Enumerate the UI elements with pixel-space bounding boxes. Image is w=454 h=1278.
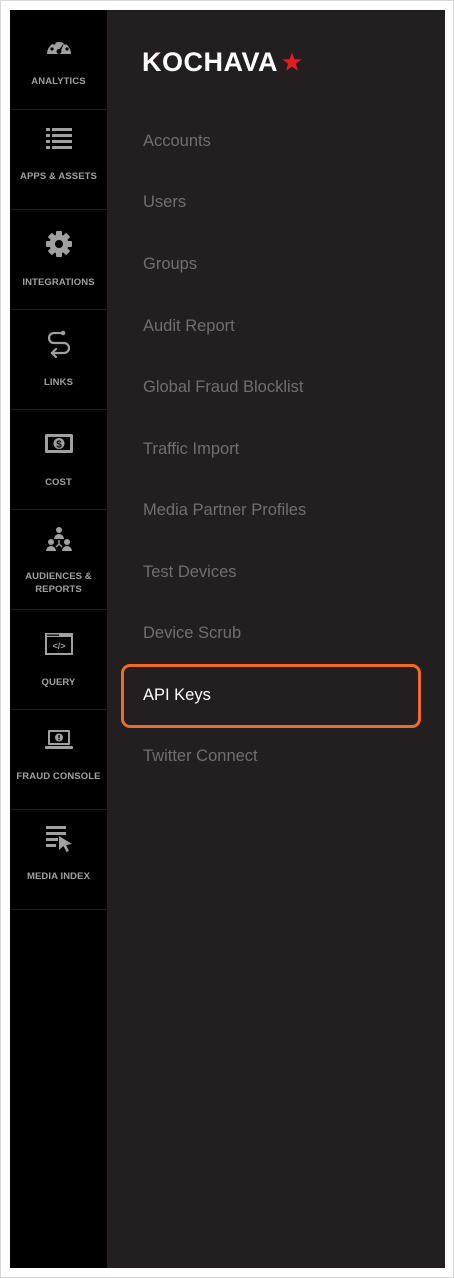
svg-text:</>: </> xyxy=(52,641,65,651)
nav-links-label: LINKS xyxy=(44,377,73,388)
list-cursor-icon xyxy=(46,826,72,852)
nav-fraud-console-label: FRAUD CONSOLE xyxy=(16,771,101,782)
menu-item-media-partner-profiles[interactable]: Media Partner Profiles xyxy=(143,501,306,520)
nav-analytics-label: ANALYTICS xyxy=(31,76,86,87)
dollar-bill-icon: $ xyxy=(45,434,73,453)
laptop-alert-icon xyxy=(45,730,73,749)
menu-item-test-devices[interactable]: Test Devices xyxy=(143,563,237,582)
nav-apps-assets[interactable]: APPS & ASSETS xyxy=(10,110,107,210)
nav-media-index[interactable]: MEDIA INDEX xyxy=(10,810,107,910)
dashboard-gauge-icon xyxy=(47,38,71,54)
nav-integrations-label: INTEGRATIONS xyxy=(22,277,95,288)
menu-item-traffic-import[interactable]: Traffic Import xyxy=(143,440,239,459)
route-icon xyxy=(47,330,71,358)
menu-item-audit-report[interactable]: Audit Report xyxy=(143,317,235,336)
nav-media-index-label: MEDIA INDEX xyxy=(26,871,91,882)
secondary-menu-panel: KOCHAVA Accounts Users Groups Audit Repo… xyxy=(107,10,445,1268)
nav-apps-assets-label: APPS & ASSETS xyxy=(20,171,97,182)
svg-text:$: $ xyxy=(56,440,62,451)
app-window: ANALYTICS APPS & ASSETS INTEGRATIONS LIN… xyxy=(10,10,445,1268)
nav-query-label: QUERY xyxy=(41,677,76,688)
people-icon xyxy=(46,527,72,551)
star-icon xyxy=(282,52,302,71)
menu-item-device-scrub[interactable]: Device Scrub xyxy=(143,624,241,643)
nav-query[interactable]: </> QUERY xyxy=(10,610,107,710)
nav-fraud-console[interactable]: FRAUD CONSOLE xyxy=(10,710,107,810)
primary-sidebar: ANALYTICS APPS & ASSETS INTEGRATIONS LIN… xyxy=(10,10,107,1268)
nav-audiences-reports-label: AUDIENCES & REPORTS xyxy=(25,571,92,595)
nav-links[interactable]: LINKS xyxy=(10,310,107,410)
nav-audiences-reports[interactable]: AUDIENCES & REPORTS xyxy=(10,510,107,610)
nav-analytics[interactable]: ANALYTICS xyxy=(10,10,107,110)
kochava-logo: KOCHAVA xyxy=(142,47,303,77)
gear-icon xyxy=(46,231,72,257)
menu-item-users[interactable]: Users xyxy=(143,193,186,212)
code-window-icon: </> xyxy=(45,633,73,655)
menu-item-twitter-connect[interactable]: Twitter Connect xyxy=(143,747,258,766)
nav-cost[interactable]: $ COST xyxy=(10,410,107,510)
nav-cost-label: COST xyxy=(45,477,72,488)
nav-integrations[interactable]: INTEGRATIONS xyxy=(10,210,107,310)
menu-item-groups[interactable]: Groups xyxy=(143,255,197,274)
list-icon xyxy=(46,128,72,149)
menu-item-global-fraud-blocklist[interactable]: Global Fraud Blocklist xyxy=(143,378,303,397)
logo-wordmark: KOCHAVA xyxy=(142,46,278,77)
menu-item-api-keys[interactable]: API Keys xyxy=(143,686,211,705)
menu-item-accounts[interactable]: Accounts xyxy=(143,132,211,151)
